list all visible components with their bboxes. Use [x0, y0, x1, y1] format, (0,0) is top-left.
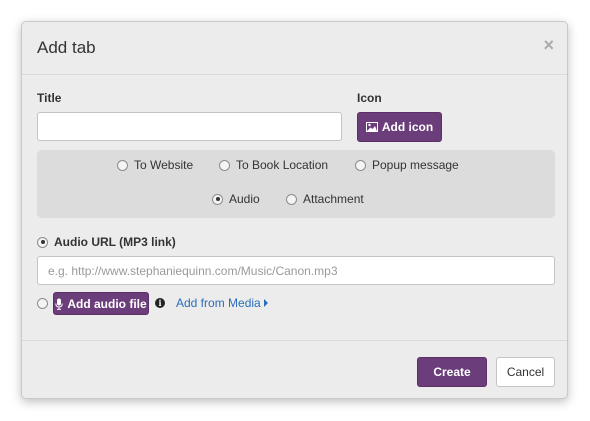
- cancel-label: Cancel: [506, 365, 545, 379]
- dialog-footer: Create Cancel: [22, 340, 567, 400]
- option-popup-message[interactable]: Popup message: [355, 158, 459, 172]
- create-label: Create: [433, 365, 471, 379]
- radio-audio[interactable]: [212, 193, 223, 205]
- option-to-book-location[interactable]: To Book Location: [219, 158, 328, 172]
- option-to-website[interactable]: To Website: [117, 158, 193, 172]
- radio-to-website[interactable]: [117, 159, 128, 171]
- add-tab-dialog: Add tab × Title Icon Add icon To Website…: [21, 21, 568, 399]
- microphone-icon: [55, 298, 64, 310]
- audio-url-input[interactable]: e.g. http://www.stephaniequinn.com/Music…: [37, 256, 555, 285]
- add-icon-button[interactable]: Add icon: [357, 112, 442, 142]
- dialog-header: Add tab ×: [22, 22, 567, 75]
- title-input[interactable]: [37, 112, 342, 141]
- option-label: To Book Location: [236, 158, 329, 172]
- option-attachment[interactable]: Attachment: [286, 192, 364, 206]
- audio-url-placeholder: e.g. http://www.stephaniequinn.com/Music…: [48, 264, 338, 278]
- create-button[interactable]: Create: [417, 357, 487, 387]
- close-icon[interactable]: ×: [543, 36, 554, 54]
- radio-popup-message[interactable]: [355, 159, 366, 171]
- radio-audio-url[interactable]: [37, 236, 48, 248]
- title-label: Title: [37, 91, 62, 105]
- option-audio-url[interactable]: Audio URL (MP3 link): [37, 235, 176, 249]
- caret-right-icon: [263, 299, 268, 307]
- option-label: Popup message: [372, 158, 459, 172]
- radio-attachment[interactable]: [286, 193, 297, 205]
- option-audio[interactable]: Audio: [212, 192, 260, 206]
- radio-audio-file[interactable]: [37, 298, 48, 309]
- add-from-media-link[interactable]: Add from Media: [176, 296, 268, 310]
- radio-to-book-location[interactable]: [219, 159, 230, 171]
- dialog-title: Add tab: [37, 38, 96, 57]
- tab-type-options: To Website To Book Location Popup messag…: [37, 150, 555, 218]
- option-label: To Website: [134, 158, 194, 172]
- icon-label: Icon: [357, 91, 382, 105]
- add-from-media-label: Add from Media: [176, 296, 261, 310]
- option-label: Audio: [229, 192, 260, 206]
- add-icon-label: Add icon: [381, 120, 434, 134]
- option-label: Attachment: [303, 192, 364, 206]
- add-audio-file-button[interactable]: Add audio file: [53, 292, 149, 315]
- add-audio-file-label: Add audio file: [67, 296, 147, 311]
- cancel-button[interactable]: Cancel: [496, 357, 555, 387]
- info-icon[interactable]: i: [155, 298, 165, 308]
- image-icon: [365, 122, 378, 132]
- audio-url-label: Audio URL (MP3 link): [54, 235, 176, 249]
